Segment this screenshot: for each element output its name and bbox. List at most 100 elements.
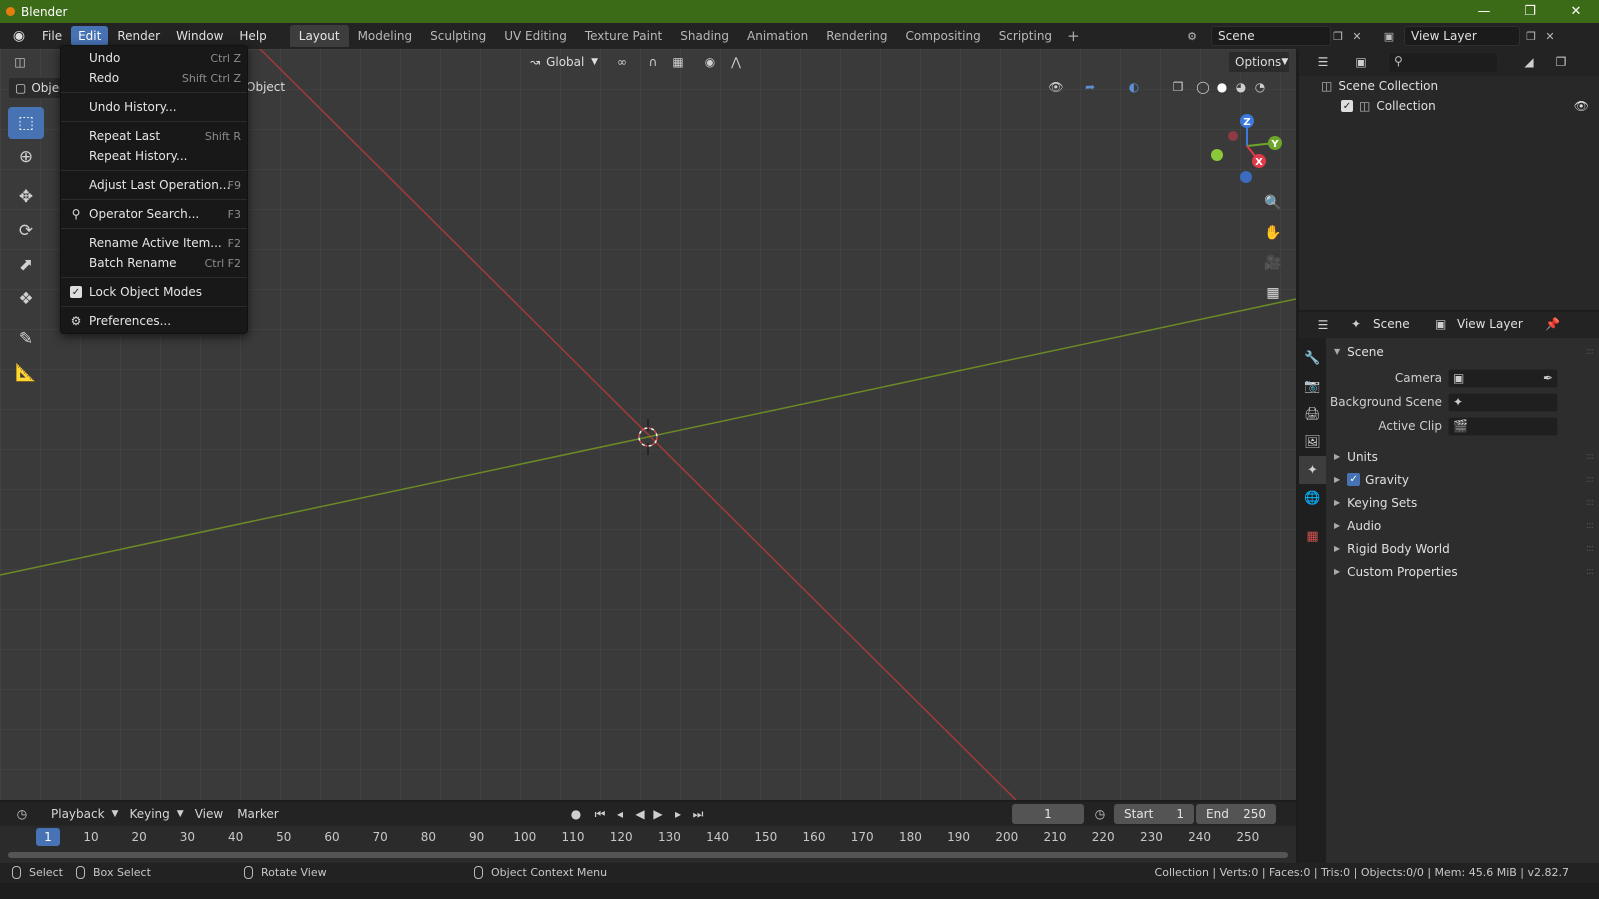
- drag-grip-icon[interactable]: :::: [1586, 451, 1594, 462]
- camera-field[interactable]: ▣ ✒: [1448, 369, 1558, 388]
- undo-history-menu-item[interactable]: Undo History...: [61, 97, 247, 117]
- zoom-icon[interactable]: 🔍: [1259, 189, 1287, 217]
- jump-start-icon[interactable]: ⏮: [590, 804, 610, 824]
- timeline-ruler[interactable]: 1 10 20 30 40 50 60 70 80 90 100 110 120 130 140 150 16…: [0, 826, 1296, 848]
- end-frame-field[interactable]: End 250: [1196, 804, 1276, 824]
- delete-scene-icon[interactable]: ✕: [1348, 27, 1366, 45]
- current-frame-indicator[interactable]: 1: [36, 828, 60, 846]
- properties-editor-type-icon[interactable]: ☰: [1313, 315, 1333, 335]
- workspace-tab-layout[interactable]: Layout: [289, 25, 349, 47]
- workspace-tab-scripting[interactable]: Scripting: [990, 25, 1061, 47]
- undo-menu-item[interactable]: Undo Ctrl Z: [61, 48, 247, 68]
- scene-browse-icon[interactable]: ⚙: [1183, 27, 1201, 45]
- outliner-search-input[interactable]: ⚲: [1389, 53, 1497, 72]
- add-workspace-icon[interactable]: +: [1061, 27, 1086, 45]
- play-icon[interactable]: ▶: [648, 804, 668, 824]
- blender-menu-icon[interactable]: ◉: [8, 25, 30, 47]
- preferences-menu-item[interactable]: ⚙ Preferences...: [61, 311, 247, 331]
- workspace-tab-uv-editing[interactable]: UV Editing: [495, 25, 576, 47]
- pin-icon[interactable]: 📌: [1545, 317, 1560, 331]
- tool-tab-icon[interactable]: 🔧: [1299, 344, 1326, 372]
- view-layer-breadcrumb[interactable]: View Layer: [1457, 317, 1523, 331]
- solid-shading-icon[interactable]: ●: [1212, 77, 1232, 97]
- transform-orientation-dropdown[interactable]: ↝ Global ▼: [524, 51, 604, 73]
- workspace-tab-rendering[interactable]: Rendering: [817, 25, 896, 47]
- audio-panel-header[interactable]: ▶ Audio :::: [1326, 514, 1599, 537]
- workspace-tab-animation[interactable]: Animation: [738, 25, 817, 47]
- scale-tool-icon[interactable]: ⬈: [8, 249, 44, 281]
- drag-grip-icon[interactable]: :::: [1586, 543, 1594, 554]
- start-frame-field[interactable]: Start 1: [1114, 804, 1194, 824]
- scene-panel-header[interactable]: ▼ Scene :::: [1326, 340, 1599, 363]
- view-menu[interactable]: View: [188, 807, 230, 821]
- falloff-icon[interactable]: ⋀: [726, 52, 746, 72]
- move-tool-icon[interactable]: ✥: [8, 181, 44, 213]
- visibility-eye-icon[interactable]: 👁: [1046, 77, 1066, 97]
- drag-grip-icon[interactable]: :::: [1586, 346, 1594, 357]
- display-mode-icon[interactable]: ▣: [1351, 52, 1371, 72]
- scene-tab-icon[interactable]: ✦: [1299, 456, 1326, 484]
- record-icon[interactable]: ●: [566, 804, 586, 824]
- drag-grip-icon[interactable]: :::: [1586, 566, 1594, 577]
- lock-object-modes-menu-item[interactable]: ✓ Lock Object Modes: [61, 282, 247, 302]
- prev-keyframe-icon[interactable]: ◂: [610, 804, 630, 824]
- keying-menu[interactable]: Keying: [122, 807, 176, 821]
- timeline-scrollbar[interactable]: [8, 852, 1288, 858]
- proportional-editing-icon[interactable]: ◉: [700, 52, 720, 72]
- gizmo-toggle-icon[interactable]: ➦: [1080, 77, 1100, 97]
- drag-grip-icon[interactable]: :::: [1586, 497, 1594, 508]
- drag-grip-icon[interactable]: :::: [1586, 520, 1594, 531]
- overlays-toggle-icon[interactable]: ◐: [1124, 77, 1144, 97]
- gravity-checkbox[interactable]: ✓: [1347, 473, 1361, 486]
- redo-menu-item[interactable]: Redo Shift Ctrl Z: [61, 68, 247, 88]
- workspace-tab-modeling[interactable]: Modeling: [349, 25, 422, 47]
- measure-tool-icon[interactable]: 📐: [8, 357, 44, 389]
- xray-toggle-icon[interactable]: ❐: [1168, 77, 1188, 97]
- view-layer-browse-icon[interactable]: ▣: [1380, 27, 1398, 45]
- outliner-item-scene-collection[interactable]: ◫ Scene Collection: [1299, 76, 1599, 96]
- preview-range-icon[interactable]: ◷: [1090, 804, 1110, 824]
- current-frame-field[interactable]: 1: [1012, 804, 1084, 824]
- pivot-point-icon[interactable]: ∞: [612, 52, 632, 72]
- workspace-tab-compositing[interactable]: Compositing: [896, 25, 989, 47]
- delete-view-layer-icon[interactable]: ✕: [1541, 27, 1559, 45]
- render-tab-icon[interactable]: 📷: [1299, 372, 1326, 400]
- texture-tab-icon[interactable]: ▦: [1299, 522, 1326, 550]
- rotate-tool-icon[interactable]: ⟳: [8, 215, 44, 247]
- next-keyframe-icon[interactable]: ▸: [668, 804, 688, 824]
- close-button[interactable]: ✕: [1553, 0, 1599, 23]
- select-box-tool-icon[interactable]: ⬚: [8, 107, 44, 139]
- batch-rename-menu-item[interactable]: Batch Rename Ctrl F2: [61, 253, 247, 273]
- object-menu[interactable]: Object: [246, 80, 285, 94]
- snap-icon[interactable]: ∩: [643, 52, 663, 72]
- options-dropdown[interactable]: Options ▼: [1228, 51, 1290, 73]
- material-shading-icon[interactable]: ◕: [1231, 77, 1251, 97]
- menu-window[interactable]: Window: [169, 26, 230, 46]
- rigid-body-world-panel-header[interactable]: ▶ Rigid Body World :::: [1326, 537, 1599, 560]
- wireframe-shading-icon[interactable]: ◯: [1193, 77, 1213, 97]
- jump-end-icon[interactable]: ⏭: [688, 804, 708, 824]
- annotate-tool-icon[interactable]: ✎: [8, 323, 44, 355]
- transform-tool-icon[interactable]: ❖: [8, 283, 44, 315]
- menu-render[interactable]: Render: [110, 26, 167, 46]
- rendered-shading-icon[interactable]: ◔: [1250, 77, 1270, 97]
- mode-selector[interactable]: ▢ Object: [8, 77, 70, 99]
- active-clip-field[interactable]: 🎬: [1448, 417, 1558, 436]
- timeline-editor-type-icon[interactable]: ◷: [12, 804, 32, 824]
- menu-help[interactable]: Help: [232, 26, 273, 46]
- cursor-tool-icon[interactable]: ⊕: [8, 141, 44, 173]
- repeat-history-menu-item[interactable]: Repeat History...: [61, 146, 247, 166]
- menu-edit[interactable]: Edit: [71, 26, 109, 46]
- workspace-tab-shading[interactable]: Shading: [671, 25, 738, 47]
- marker-menu[interactable]: Marker: [230, 807, 285, 821]
- minimize-button[interactable]: —: [1461, 0, 1507, 23]
- editor-type-icon[interactable]: ◫: [10, 52, 30, 72]
- outliner-item-collection[interactable]: ✓ ◫ Collection 👁: [1299, 96, 1599, 116]
- play-reverse-icon[interactable]: ◀: [630, 804, 650, 824]
- navigation-gizmo[interactable]: Z Y X: [1207, 111, 1287, 191]
- eyedropper-icon[interactable]: ✒: [1543, 371, 1553, 385]
- filter-icon[interactable]: ◢: [1519, 52, 1539, 72]
- workspace-tab-texture-paint[interactable]: Texture Paint: [576, 25, 671, 47]
- operator-search-menu-item[interactable]: ⚲ Operator Search... F3: [61, 204, 247, 224]
- scene-selector[interactable]: Scene: [1211, 26, 1331, 46]
